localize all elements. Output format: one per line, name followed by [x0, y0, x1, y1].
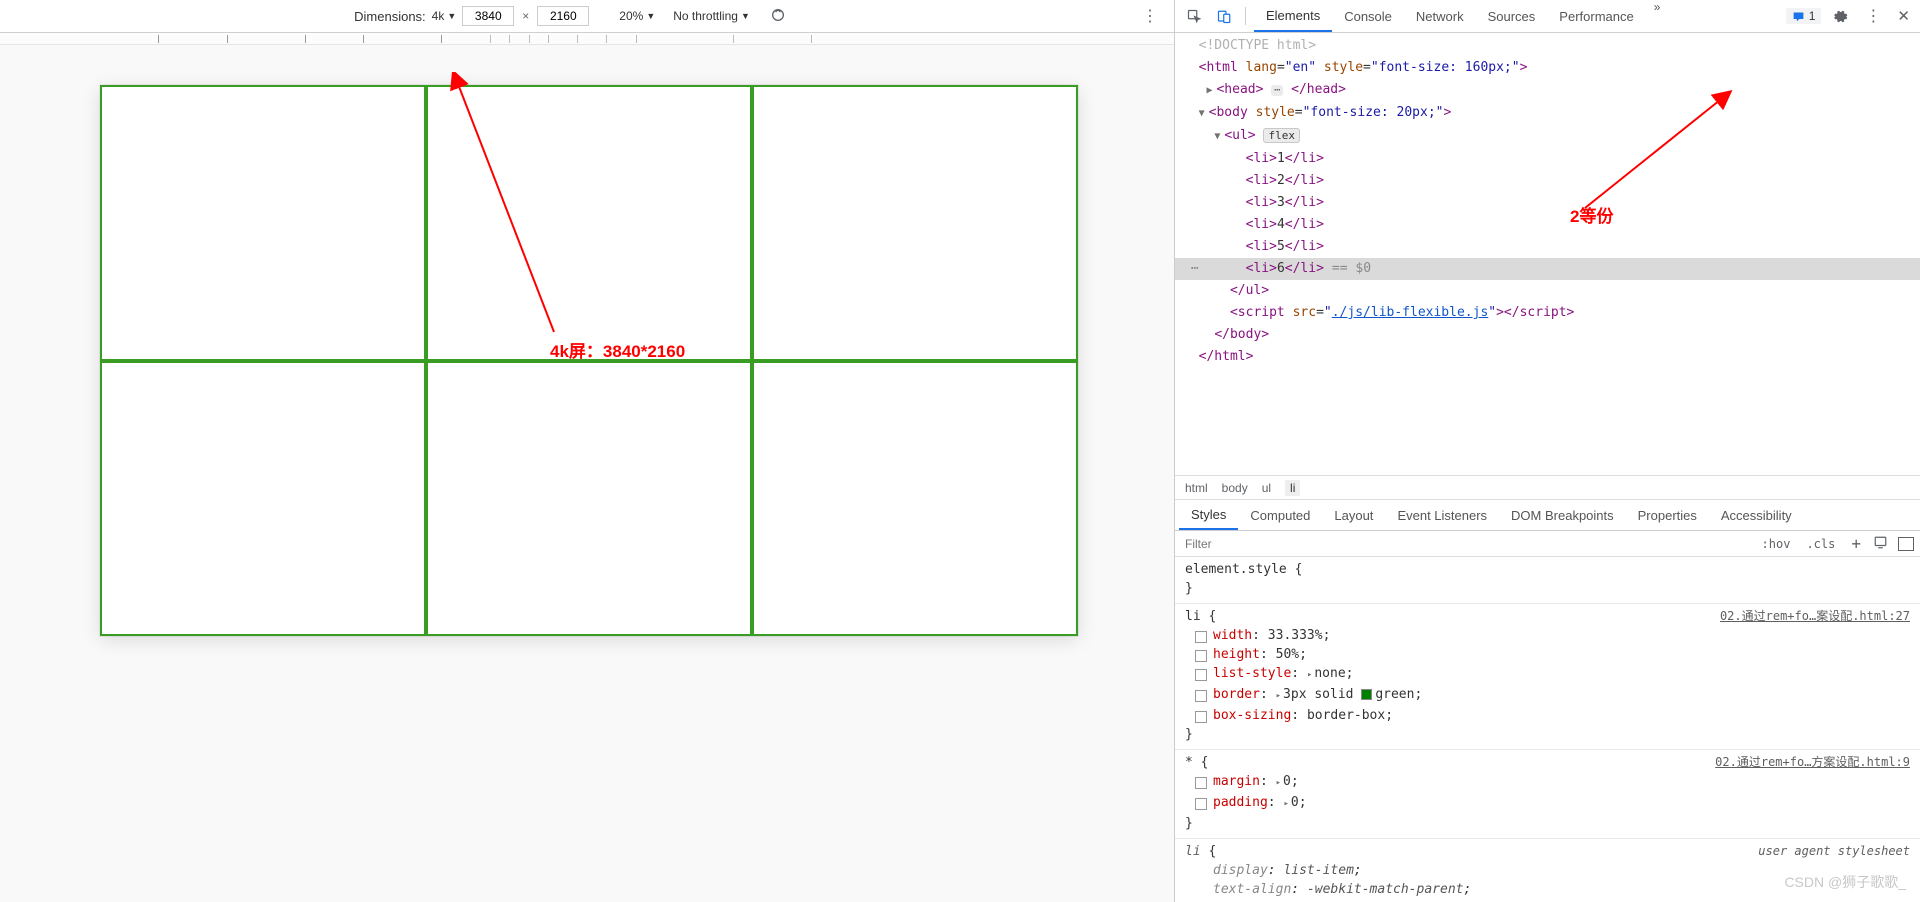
dom-node[interactable]: <html lang="en" style="font-size: 160px;… — [1175, 57, 1920, 79]
style-rule[interactable]: 02.通过rem+fo…方案设配.html:9 * { margin: ▸0; … — [1175, 750, 1920, 839]
grid-cell — [752, 85, 1078, 361]
messages-badge[interactable]: 1 — [1786, 8, 1822, 24]
dom-node[interactable]: <li>3</li> — [1175, 192, 1920, 214]
breadcrumb-item[interactable]: ul — [1262, 481, 1271, 495]
rule-source-link[interactable]: 02.通过rem+fo…方案设配.html:9 — [1715, 753, 1910, 772]
style-rule[interactable]: element.style { } — [1175, 557, 1920, 604]
zoom-dropdown[interactable]: 20%▼ — [619, 9, 655, 23]
grid-cell — [100, 85, 426, 361]
dimensions-preset-dropdown[interactable]: 4k▼ — [432, 9, 457, 23]
styles-filter-input[interactable] — [1175, 537, 1754, 551]
breadcrumb: html body ul li — [1175, 475, 1920, 500]
dom-node[interactable]: ▼<ul> flex — [1175, 125, 1920, 148]
tab-network[interactable]: Network — [1404, 0, 1476, 32]
elements-panel: <!DOCTYPE html> <html lang="en" style="f… — [1175, 33, 1920, 475]
tab-console[interactable]: Console — [1332, 0, 1404, 32]
dom-node[interactable]: ▼<body style="font-size: 20px;"> — [1175, 102, 1920, 125]
device-icon[interactable] — [1869, 535, 1892, 553]
tab-elements[interactable]: Elements — [1254, 0, 1332, 32]
width-input[interactable] — [462, 6, 514, 26]
inspect-icon[interactable] — [1181, 3, 1207, 29]
style-rule-ua[interactable]: user agent stylesheet li { display: list… — [1175, 839, 1920, 902]
grid-cell — [100, 361, 426, 637]
devtools-menu[interactable]: ⋮ — [1859, 6, 1887, 26]
dimensions-label: Dimensions: — [354, 9, 426, 24]
dom-node[interactable]: ▶<head> ⋯ </head> — [1175, 79, 1920, 102]
device-toggle-icon[interactable] — [1211, 3, 1237, 29]
tabs-overflow[interactable]: » — [1646, 0, 1669, 32]
dom-node[interactable]: </body> — [1175, 324, 1920, 346]
breadcrumb-item-active[interactable]: li — [1285, 480, 1300, 496]
dom-node[interactable]: <!DOCTYPE html> — [1175, 35, 1920, 57]
devtools-tabs: Elements Console Network Sources Perform… — [1254, 0, 1668, 32]
tab-sources[interactable]: Sources — [1476, 0, 1548, 32]
rule-source-ua: user agent stylesheet — [1758, 842, 1910, 861]
grid-cell — [426, 361, 752, 637]
dom-node-selected[interactable]: ⋯ <li>6</li>== $0 — [1175, 258, 1920, 280]
toggle-common-icon[interactable] — [1898, 537, 1914, 551]
styles-tabs: Styles Computed Layout Event Listeners D… — [1175, 500, 1920, 531]
tab-performance[interactable]: Performance — [1547, 0, 1645, 32]
dom-node[interactable]: </html> — [1175, 346, 1920, 368]
annotation-text: 2等份 — [1570, 206, 1613, 228]
breadcrumb-item[interactable]: html — [1185, 481, 1208, 495]
dom-node[interactable]: </ul> — [1175, 280, 1920, 302]
grid-cell — [752, 361, 1078, 637]
dom-node[interactable]: <li>1</li> — [1175, 148, 1920, 170]
device-toolbar: Dimensions: 4k▼ × 20%▼ No throttling▼ ⋮ — [0, 0, 1174, 33]
devtools-header: Elements Console Network Sources Perform… — [1175, 0, 1920, 33]
grid-cell — [426, 85, 752, 361]
dom-node[interactable]: <script src="./js/lib-flexible.js"></scr… — [1175, 302, 1920, 324]
tab-styles[interactable]: Styles — [1179, 500, 1238, 530]
rotate-icon[interactable] — [770, 7, 786, 26]
dom-node[interactable]: <li>4</li> — [1175, 214, 1920, 236]
cls-button[interactable]: .cls — [1798, 537, 1843, 551]
tab-computed[interactable]: Computed — [1238, 500, 1322, 530]
breadcrumb-item[interactable]: body — [1222, 481, 1248, 495]
close-icon[interactable]: ✕ — [1893, 7, 1914, 25]
styles-body[interactable]: element.style { } 02.通过rem+fo…案设配.html:2… — [1175, 557, 1920, 902]
rule-source-link[interactable]: 02.通过rem+fo…案设配.html:27 — [1720, 607, 1910, 626]
annotation-text: 4k屏：3840*2160 — [550, 337, 685, 362]
times-symbol: × — [522, 9, 529, 23]
height-input[interactable] — [537, 6, 589, 26]
settings-icon[interactable] — [1827, 3, 1853, 29]
ruler — [0, 33, 1174, 45]
dom-node[interactable]: <li>2</li> — [1175, 170, 1920, 192]
styles-filter-row: :hov .cls + — [1175, 531, 1920, 557]
tab-event-listeners[interactable]: Event Listeners — [1385, 500, 1499, 530]
tab-dom-breakpoints[interactable]: DOM Breakpoints — [1499, 500, 1626, 530]
tab-accessibility[interactable]: Accessibility — [1709, 500, 1804, 530]
tab-properties[interactable]: Properties — [1626, 500, 1709, 530]
device-toolbar-menu[interactable]: ⋮ — [1136, 6, 1164, 26]
throttling-dropdown[interactable]: No throttling▼ — [673, 9, 750, 23]
tab-layout[interactable]: Layout — [1322, 500, 1385, 530]
dom-node[interactable]: <li>5</li> — [1175, 236, 1920, 258]
new-rule-button[interactable]: + — [1843, 534, 1869, 553]
color-swatch[interactable] — [1361, 689, 1372, 700]
dom-tree[interactable]: <!DOCTYPE html> <html lang="en" style="f… — [1175, 33, 1920, 370]
style-rule[interactable]: 02.通过rem+fo…案设配.html:27 li { width: 33.3… — [1175, 604, 1920, 750]
device-viewport: 4k屏：3840*2160 — [0, 45, 1174, 902]
hov-button[interactable]: :hov — [1754, 537, 1799, 551]
